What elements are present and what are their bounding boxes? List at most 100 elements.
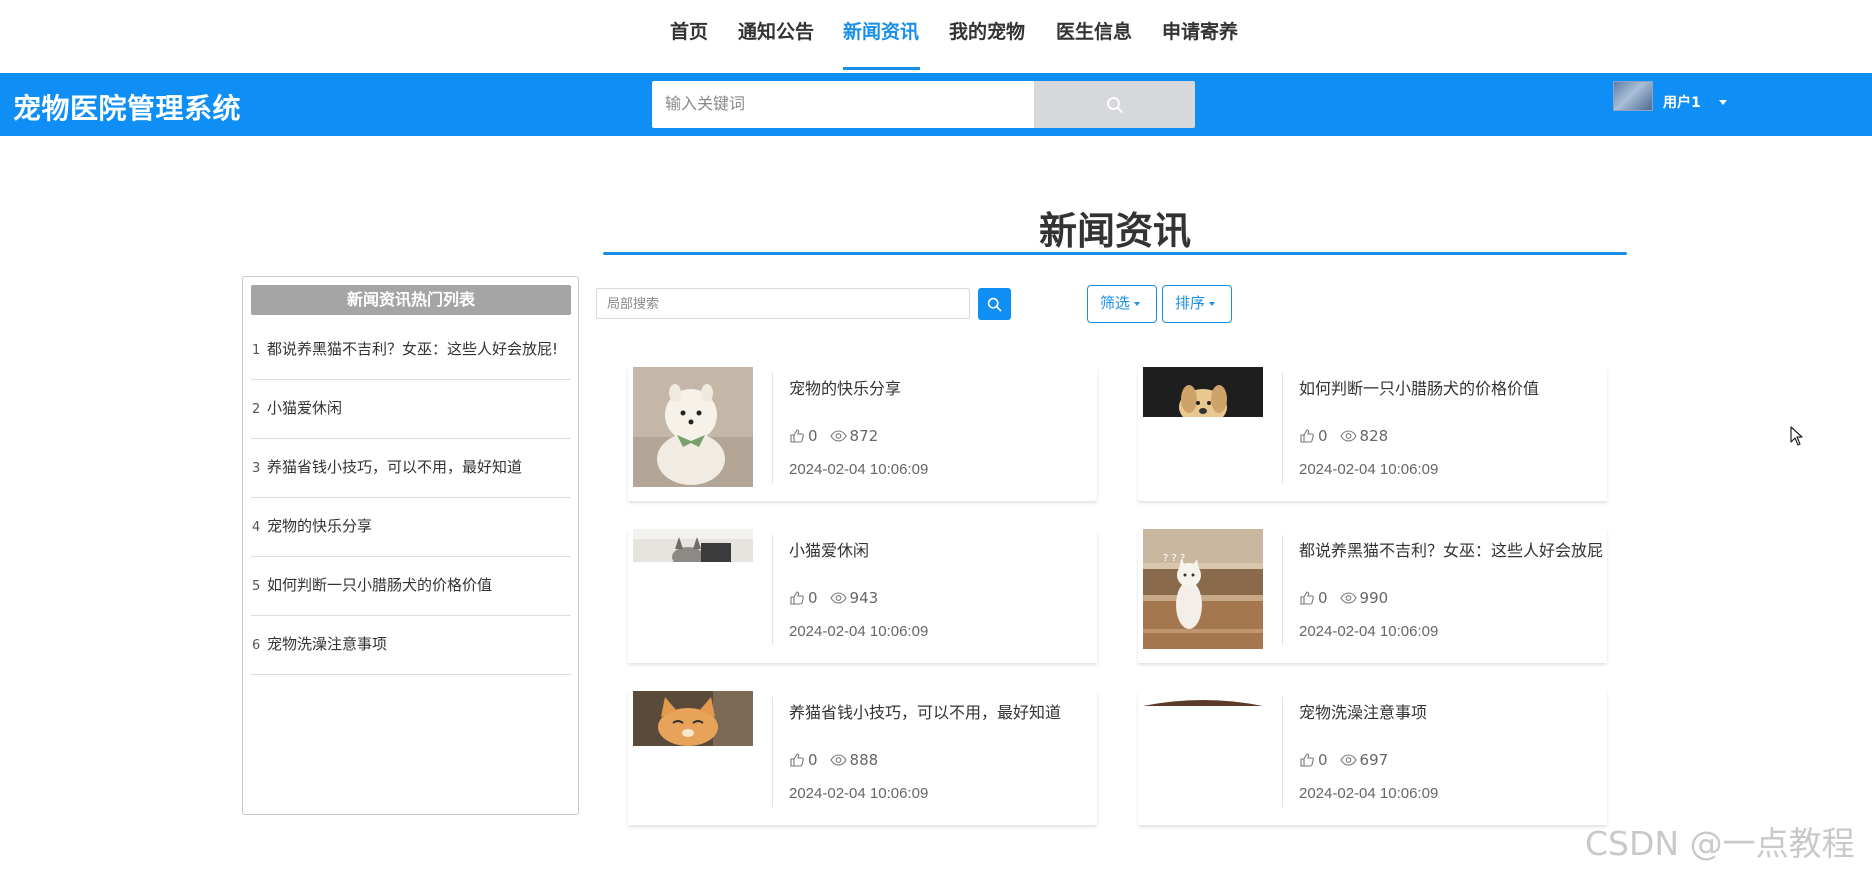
- eye-icon: [829, 592, 847, 604]
- orange-cat-image: [633, 691, 753, 746]
- news-title[interactable]: 都说养黑猫不吉利？女巫：这些人好会放屁: [1299, 537, 1604, 561]
- sort-label: 排序: [1175, 294, 1206, 312]
- hot-list-title[interactable]: 养猫省钱小技巧，可以不用，最好知道: [267, 456, 522, 477]
- global-search-input[interactable]: [652, 81, 1034, 128]
- global-search-button[interactable]: [1034, 81, 1195, 128]
- card-divider: [772, 373, 773, 483]
- pomeranian-dog-image: [633, 367, 753, 487]
- news-title[interactable]: 宠物洗澡注意事项: [1299, 699, 1604, 723]
- puppy-image: [1143, 367, 1263, 425]
- news-card[interactable]: 小猫爱休闲 0 943 2024-02-04 10:06:09: [628, 529, 1097, 663]
- eye-icon: [1339, 430, 1357, 442]
- news-thumbnail[interactable]: [633, 691, 753, 811]
- card-divider: [1282, 535, 1283, 645]
- news-stats: 0 943: [789, 589, 878, 607]
- news-stats: 0 872: [789, 427, 878, 445]
- news-thumbnail[interactable]: [633, 529, 753, 649]
- page-title: 新闻资讯: [1038, 209, 1191, 253]
- news-thumbnail[interactable]: ? ? ?: [1143, 529, 1263, 649]
- hot-list-item[interactable]: 1 都说养黑猫不吉利？女巫：这些人好会放屁!: [251, 321, 571, 380]
- thumbs-up-icon[interactable]: [789, 590, 805, 606]
- nav-item-announcements[interactable]: 通知公告: [738, 17, 814, 44]
- news-date: 2024-02-04 10:06:09: [789, 785, 929, 802]
- thumbs-up-icon[interactable]: [1299, 752, 1315, 768]
- user-name[interactable]: 用户1: [1663, 92, 1701, 112]
- local-search-button[interactable]: [978, 288, 1011, 320]
- hot-list-title[interactable]: 小猫爱休闲: [267, 397, 342, 418]
- hot-list-title[interactable]: 如何判断一只小腊肠犬的价格价值: [267, 574, 492, 595]
- news-card[interactable]: 宠物的快乐分享 0 872 2024-02-04 10:06:09: [628, 367, 1097, 501]
- news-title[interactable]: 如何判断一只小腊肠犬的价格价值: [1299, 375, 1604, 399]
- card-divider: [1282, 373, 1283, 483]
- like-count: 0: [808, 427, 818, 445]
- hot-list-item[interactable]: 5 如何判断一只小腊肠犬的价格价值: [251, 557, 571, 616]
- hot-list-title[interactable]: 都说养黑猫不吉利？女巫：这些人好会放屁!: [267, 338, 558, 359]
- watermark: CSDN @一点教程: [1585, 824, 1855, 863]
- local-search-input[interactable]: [596, 288, 970, 319]
- news-thumbnail[interactable]: [633, 367, 753, 487]
- view-count: 990: [1359, 589, 1389, 607]
- news-card[interactable]: 如何判断一只小腊肠犬的价格价值 0 828 2024-02-04 10:06:0…: [1138, 367, 1607, 501]
- view-count: 872: [849, 427, 879, 445]
- hot-list-item[interactable]: 4 宠物的快乐分享: [251, 498, 571, 557]
- hot-news-sidebar: 新闻资讯热门列表 1 都说养黑猫不吉利？女巫：这些人好会放屁! 2 小猫爱休闲 …: [242, 276, 579, 815]
- news-card[interactable]: 宠物洗澡注意事项 0 697 2024-02-04 10:06:09: [1138, 691, 1607, 825]
- news-title[interactable]: 宠物的快乐分享: [789, 375, 1094, 399]
- news-date: 2024-02-04 10:06:09: [1299, 461, 1439, 478]
- hot-list-item[interactable]: 2 小猫爱休闲: [251, 380, 571, 439]
- news-stats: 0 828: [1299, 427, 1388, 445]
- eye-icon: [1339, 754, 1357, 766]
- user-avatar[interactable]: [1613, 81, 1653, 111]
- eye-icon: [1339, 592, 1357, 604]
- hot-list-number: 1: [252, 343, 261, 358]
- kitten-image: [633, 529, 753, 567]
- news-date: 2024-02-04 10:06:09: [1299, 623, 1439, 640]
- news-title[interactable]: 小猫爱休闲: [789, 537, 1094, 561]
- hot-list-item[interactable]: 6 宠物洗澡注意事项: [251, 616, 571, 675]
- nav-item-my-pets[interactable]: 我的宠物: [949, 17, 1025, 44]
- news-thumbnail[interactable]: [1143, 691, 1263, 811]
- nav-item-news[interactable]: 新闻资讯: [843, 17, 919, 44]
- news-thumbnail[interactable]: [1143, 367, 1263, 487]
- hot-list-number: 2: [252, 402, 261, 417]
- pet-image: [1143, 700, 1263, 706]
- nav-active-indicator: [843, 67, 920, 70]
- news-card[interactable]: ? ? ? 都说养黑猫不吉利？女巫：这些人好会放屁 0 990 2024-02-…: [1138, 529, 1607, 663]
- like-count: 0: [1318, 589, 1328, 607]
- svg-text:? ? ?: ? ? ?: [1163, 553, 1185, 564]
- chevron-down-icon[interactable]: [1719, 100, 1727, 105]
- nav-item-home[interactable]: 首页: [670, 17, 708, 44]
- nav-item-boarding[interactable]: 申请寄养: [1162, 17, 1238, 44]
- title-underline: [603, 252, 1627, 255]
- search-icon: [1107, 97, 1123, 113]
- news-date: 2024-02-04 10:06:09: [1299, 785, 1439, 802]
- brand-title[interactable]: 宠物医院管理系统: [13, 87, 241, 127]
- view-count: 828: [1359, 427, 1389, 445]
- news-card[interactable]: 养猫省钱小技巧，可以不用，最好知道 0 888 2024-02-04 10:06…: [628, 691, 1097, 825]
- like-count: 0: [1318, 751, 1328, 769]
- thumbs-up-icon[interactable]: [1299, 428, 1315, 444]
- filter-dropdown-button[interactable]: 筛选: [1087, 285, 1157, 323]
- hot-list-item[interactable]: 3 养猫省钱小技巧，可以不用，最好知道: [251, 439, 571, 498]
- sort-dropdown-button[interactable]: 排序: [1162, 285, 1232, 323]
- thumbs-up-icon[interactable]: [1299, 590, 1315, 606]
- eye-icon: [829, 430, 847, 442]
- top-navigation: 首页 通知公告 新闻资讯 我的宠物 医生信息 申请寄养: [0, 0, 1872, 72]
- news-stats: 0 888: [789, 751, 878, 769]
- like-count: 0: [808, 589, 818, 607]
- hot-list-title[interactable]: 宠物的快乐分享: [267, 515, 372, 536]
- news-title[interactable]: 养猫省钱小技巧，可以不用，最好知道: [789, 699, 1094, 723]
- hot-list-number: 4: [252, 520, 261, 535]
- hot-list-number: 5: [252, 579, 261, 594]
- hot-list-number: 6: [252, 638, 261, 653]
- news-stats: 0 697: [1299, 751, 1388, 769]
- white-cat-image: ? ? ?: [1143, 529, 1263, 649]
- caret-down-icon: [1209, 301, 1216, 306]
- filter-label: 筛选: [1100, 294, 1131, 312]
- nav-item-doctors[interactable]: 医生信息: [1056, 17, 1132, 44]
- thumbs-up-icon[interactable]: [789, 428, 805, 444]
- news-stats: 0 990: [1299, 589, 1388, 607]
- thumbs-up-icon[interactable]: [789, 752, 805, 768]
- news-date: 2024-02-04 10:06:09: [789, 461, 929, 478]
- hot-list-title[interactable]: 宠物洗澡注意事项: [267, 633, 387, 654]
